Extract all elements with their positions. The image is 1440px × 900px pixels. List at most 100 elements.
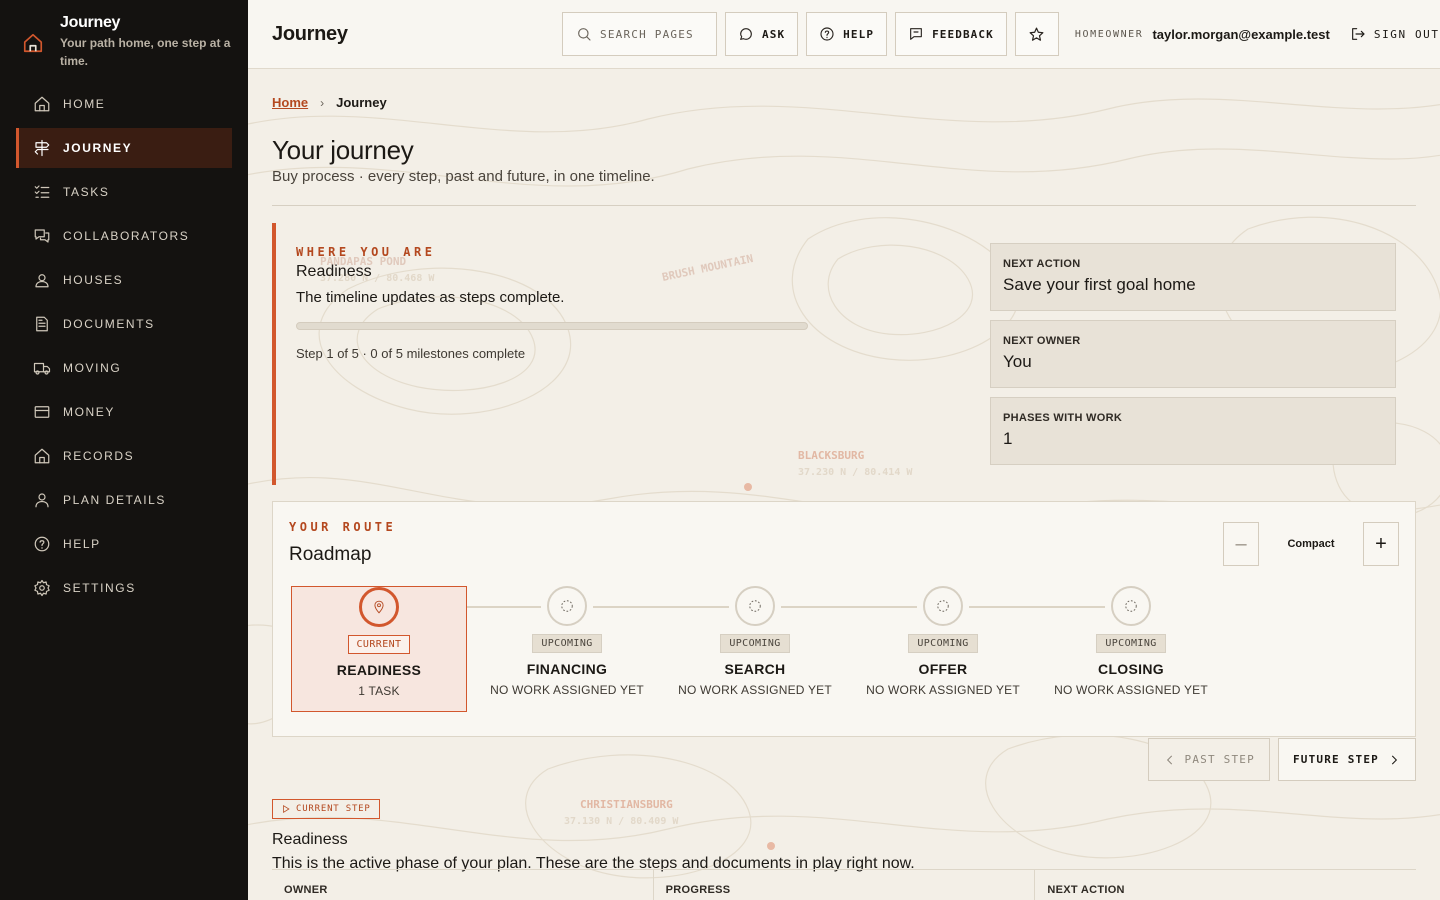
sidebar-item-moving[interactable]: MOVING bbox=[16, 348, 232, 388]
gear-icon bbox=[34, 579, 50, 597]
sidebar-item-label: HOME bbox=[63, 97, 106, 111]
chevron-left-icon bbox=[1166, 755, 1172, 764]
page-title: Your journey bbox=[272, 135, 414, 165]
where-description: The timeline updates as steps complete. bbox=[296, 289, 565, 306]
roadmap-track: CURRENT READINESS 1 TASK UPCOMING FINANC… bbox=[291, 586, 1391, 712]
records-icon bbox=[34, 448, 50, 464]
stop-name: SEARCH bbox=[724, 661, 786, 677]
zoom-out-button[interactable]: – bbox=[1223, 522, 1259, 566]
sidebar-item-journey[interactable]: JOURNEY bbox=[16, 128, 232, 168]
sidebar-item-label: COLLABORATORS bbox=[63, 229, 190, 243]
sidebar-item-tasks[interactable]: TASKS bbox=[16, 172, 232, 212]
current-step-section: CURRENT STEP Readiness This is the activ… bbox=[272, 799, 915, 873]
stop-node bbox=[923, 586, 963, 626]
sign-out-label: SIGN OUT bbox=[1373, 27, 1440, 41]
zoom-in-button[interactable]: + bbox=[1363, 522, 1399, 566]
header-page-name: Journey bbox=[272, 22, 348, 45]
dashed-circle-icon bbox=[561, 600, 573, 612]
stop-node bbox=[735, 586, 775, 626]
current-user: HOMEOWNER taylor.morgan@example.test bbox=[1075, 27, 1330, 42]
card-label: PHASES WITH WORK bbox=[1003, 412, 1123, 424]
roadmap-stop-offer[interactable]: UPCOMING OFFER NO WORK ASSIGNED YET bbox=[855, 586, 1031, 712]
sidebar-item-label: TASKS bbox=[63, 185, 110, 199]
sidebar-item-money[interactable]: MONEY bbox=[16, 392, 232, 432]
sidebar-item-plan-details[interactable]: PLAN DETAILS bbox=[16, 480, 232, 520]
document-icon bbox=[36, 316, 48, 332]
breadcrumb-home-link[interactable]: Home bbox=[272, 95, 308, 110]
sidebar-item-houses[interactable]: HOUSES bbox=[16, 260, 232, 300]
play-icon bbox=[283, 804, 290, 814]
user-role: HOMEOWNER bbox=[1074, 28, 1144, 40]
sidebar-item-label: RECORDS bbox=[63, 449, 135, 463]
sidebar-item-help[interactable]: HELP bbox=[16, 524, 232, 564]
current-step-table-header: OWNER PROGRESS NEXT ACTION bbox=[272, 869, 1416, 900]
stop-meta: NO WORK ASSIGNED YET bbox=[1054, 683, 1208, 697]
brand-tagline: Your path home, one step at a time. bbox=[60, 36, 231, 68]
current-step-name: Readiness bbox=[272, 831, 348, 848]
favorite-button[interactable] bbox=[1014, 12, 1059, 56]
feedback-label: FEEDBACK bbox=[932, 27, 994, 41]
stop-status-badge: UPCOMING bbox=[1096, 634, 1166, 653]
dashed-circle-icon bbox=[937, 600, 949, 612]
stop-name: OFFER bbox=[918, 661, 968, 677]
breadcrumb-current: Journey bbox=[336, 95, 387, 110]
card-label: NEXT OWNER bbox=[1003, 335, 1081, 347]
plus-icon: + bbox=[1375, 532, 1387, 555]
zoom-level: Compact bbox=[1287, 538, 1335, 550]
sidebar-item-label: DOCUMENTS bbox=[63, 317, 155, 331]
chevron-right-icon bbox=[1391, 755, 1398, 764]
phases-with-work-card: PHASES WITH WORK 1 bbox=[990, 397, 1396, 465]
houses-icon bbox=[35, 274, 49, 288]
roadmap-stop-readiness[interactable]: CURRENT READINESS 1 TASK bbox=[291, 586, 467, 712]
roadmap-panel: YOUR ROUTE Roadmap – Compact + CURRENT R… bbox=[272, 501, 1416, 737]
roadmap-stop-search[interactable]: UPCOMING SEARCH NO WORK ASSIGNED YET bbox=[667, 586, 843, 712]
brand-title: Journey bbox=[60, 14, 121, 31]
sidebar-item-documents[interactable]: DOCUMENTS bbox=[16, 304, 232, 344]
stop-status-badge: UPCOMING bbox=[532, 634, 602, 653]
stop-name: FINANCING bbox=[526, 661, 608, 677]
roadmap-stop-closing[interactable]: UPCOMING CLOSING NO WORK ASSIGNED YET bbox=[1043, 586, 1219, 712]
truck-icon bbox=[33, 362, 51, 375]
user-email: taylor.morgan@example.test bbox=[1152, 26, 1330, 42]
route-eyebrow: YOUR ROUTE bbox=[289, 520, 397, 534]
sidebar-item-label: MOVING bbox=[63, 361, 122, 375]
progress-bar bbox=[296, 322, 808, 330]
ask-label: ASK bbox=[762, 27, 786, 41]
where-eyebrow: WHERE YOU ARE bbox=[296, 245, 436, 259]
card-value: 1 bbox=[1003, 429, 1013, 448]
sidebar-item-settings[interactable]: SETTINGS bbox=[16, 568, 232, 608]
stop-node bbox=[359, 587, 399, 627]
search-input[interactable]: SEARCH PAGES bbox=[562, 12, 717, 56]
summary-cards: NEXT ACTION Save your first goal home NE… bbox=[990, 243, 1396, 474]
roadmap-stop-financing[interactable]: UPCOMING FINANCING NO WORK ASSIGNED YET bbox=[479, 586, 655, 712]
help-label: HELP bbox=[843, 27, 875, 41]
past-step-button[interactable]: PAST STEP bbox=[1147, 738, 1270, 781]
feedback-button[interactable]: FEEDBACK bbox=[895, 12, 1007, 56]
dashed-circle-icon bbox=[1125, 600, 1137, 612]
sidebar-item-home[interactable]: HOME bbox=[16, 84, 232, 124]
help-icon bbox=[34, 536, 50, 552]
where-phase: Readiness bbox=[296, 263, 372, 280]
sidebar-item-label: HELP bbox=[63, 537, 101, 551]
route-title: Roadmap bbox=[289, 544, 372, 565]
card-value: Save your first goal home bbox=[1003, 275, 1196, 294]
stop-node bbox=[547, 586, 587, 626]
home-icon bbox=[34, 96, 50, 112]
star-icon bbox=[1029, 27, 1044, 41]
current-step-badge-label: CURRENT STEP bbox=[296, 804, 371, 814]
card-icon bbox=[34, 406, 50, 418]
dashed-circle-icon bbox=[749, 600, 761, 612]
sidebar-item-records[interactable]: RECORDS bbox=[16, 436, 232, 476]
brand[interactable]: Journey Your path home, one step at a ti… bbox=[0, 0, 248, 84]
sidebar-item-collaborators[interactable]: COLLABORATORS bbox=[16, 216, 232, 256]
sign-out-button[interactable]: SIGN OUT bbox=[1350, 26, 1440, 42]
stop-status-badge: UPCOMING bbox=[908, 634, 978, 653]
stop-meta: 1 TASK bbox=[358, 684, 400, 698]
divider bbox=[272, 205, 1416, 206]
sidebar: Journey Your path home, one step at a ti… bbox=[0, 0, 248, 900]
future-step-label: FUTURE STEP bbox=[1292, 753, 1379, 766]
help-button[interactable]: HELP bbox=[806, 12, 888, 56]
breadcrumb: Home › Journey bbox=[272, 95, 387, 110]
ask-button[interactable]: ASK bbox=[725, 12, 799, 56]
future-step-button[interactable]: FUTURE STEP bbox=[1277, 738, 1416, 781]
